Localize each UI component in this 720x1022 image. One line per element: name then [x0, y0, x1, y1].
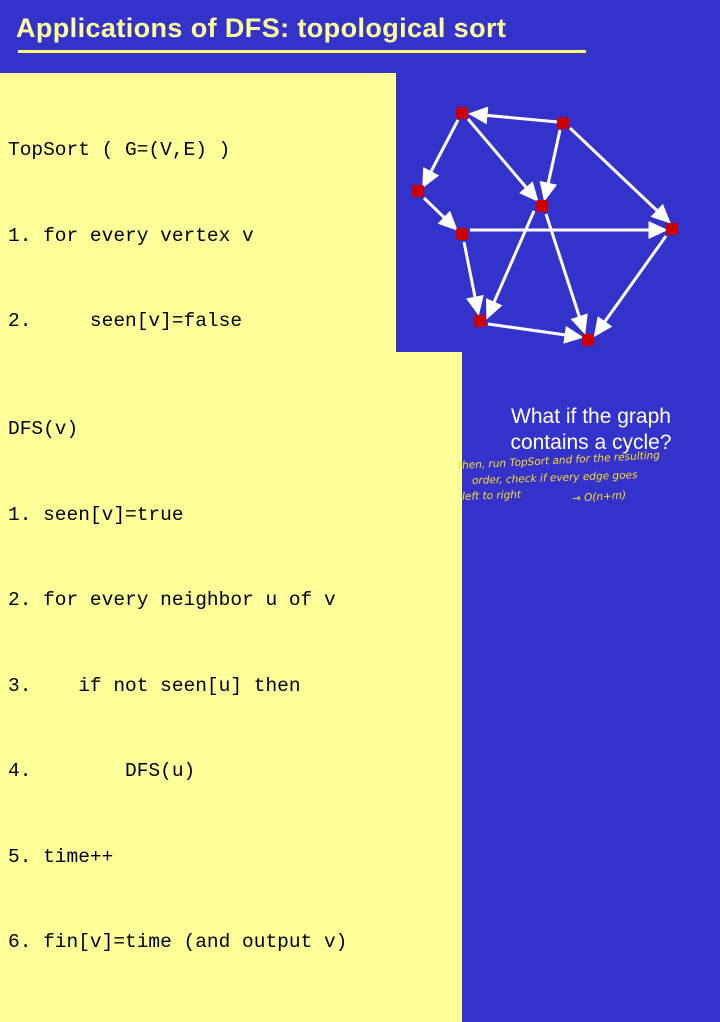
handwritten-annotation: then, run TopSort and for the resulting …	[452, 449, 714, 526]
code-line: 3. if not seen[u] then	[8, 674, 301, 697]
code-line: TopSort ( G=(V,E) )	[8, 139, 231, 161]
code-line: 6. fin[v]=time (and output v)	[8, 931, 348, 953]
annotation-line-4: → O(n+m)	[571, 489, 627, 505]
code-line: 5. time++	[8, 845, 114, 868]
graph-svg	[412, 106, 678, 346]
code-line: 2. seen[v]=false	[8, 310, 243, 332]
question-text: What if the graph contains a cycle?	[466, 404, 716, 456]
code-line: DFS(v)	[8, 418, 79, 440]
page-title: Applications of DFS: topological sort	[16, 13, 507, 43]
question-line-1: What if the graph	[511, 405, 671, 428]
code-line: 4. DFS(u)	[8, 760, 196, 782]
graph-edges	[422, 106, 671, 344]
code-line: 1. seen[v]=true	[8, 503, 184, 526]
title-underline	[18, 50, 586, 53]
code-block-dfs: DFS(v) 1. seen[v]=true 2. for every neig…	[0, 352, 462, 1022]
code-line: 1. for every vertex v	[8, 224, 254, 247]
code-line: 2. for every neighbor u of v	[8, 589, 336, 611]
slide: Applications of DFS: topological sort To…	[0, 0, 720, 1022]
directed-graph-diagram	[400, 78, 720, 368]
annotation-line-3: left to right	[461, 488, 522, 503]
annotation-line-2: order, check if every edge goes	[471, 469, 638, 487]
